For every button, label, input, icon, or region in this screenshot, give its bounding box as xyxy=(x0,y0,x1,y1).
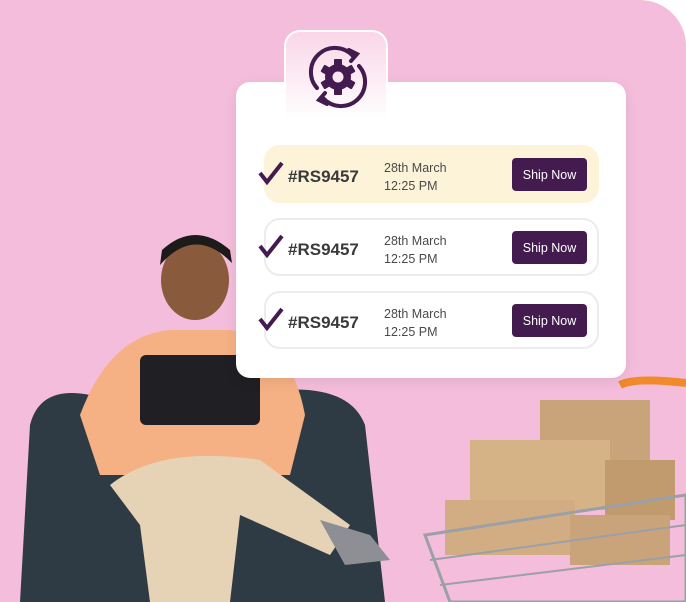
ship-now-button[interactable]: Ship Now xyxy=(512,158,587,191)
order-id: #RS9457 xyxy=(288,313,359,332)
order-row: #RS9457 28th March 12:25 PM Ship Now xyxy=(258,291,599,349)
order-row: #RS9457 28th March 12:25 PM Ship Now xyxy=(258,218,599,276)
sync-icon-tile xyxy=(284,30,388,120)
hero-illustration: #RS9457 28th March 12:25 PM Ship Now #RS9… xyxy=(0,0,686,602)
order-id: #RS9457 xyxy=(288,167,359,186)
order-date: 28th March xyxy=(384,234,447,248)
order-time: 12:25 PM xyxy=(384,179,438,193)
order-date: 28th March xyxy=(384,161,447,175)
shopping-cart-boxes-image xyxy=(422,376,686,602)
order-row: #RS9457 28th March 12:25 PM Ship Now xyxy=(258,145,599,203)
check-icon xyxy=(258,234,284,258)
order-id: #RS9457 xyxy=(288,240,359,259)
gear-sync-icon xyxy=(308,45,368,109)
ship-now-button[interactable]: Ship Now xyxy=(512,231,587,264)
order-time: 12:25 PM xyxy=(384,325,438,339)
ship-now-button[interactable]: Ship Now xyxy=(512,304,587,337)
order-time: 12:25 PM xyxy=(384,252,438,266)
check-icon xyxy=(258,307,284,331)
check-icon xyxy=(258,161,284,185)
order-date: 28th March xyxy=(384,307,447,321)
